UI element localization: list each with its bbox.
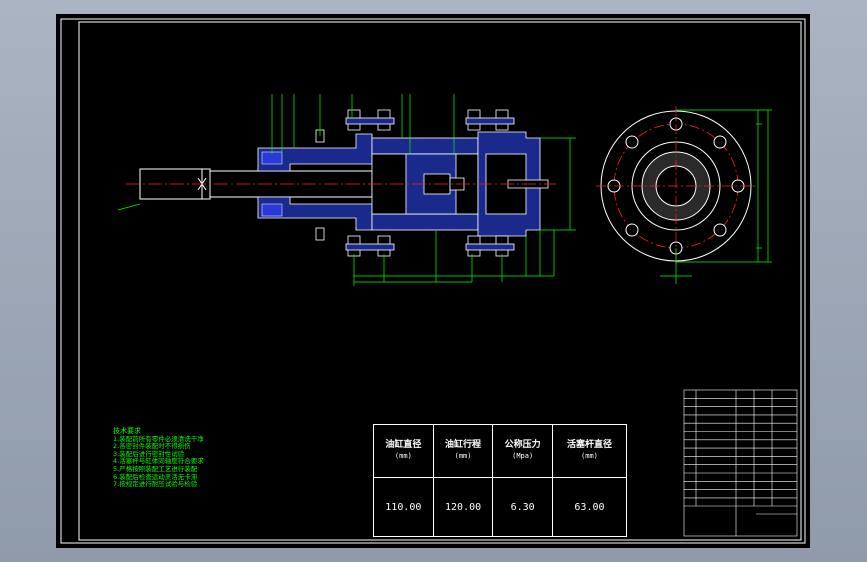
header-nominal-pressure: 公称压力 (Mpa) bbox=[492, 424, 553, 478]
parameter-table-header-row: 油缸直径 (mm) 油缸行程 (mm) 公称压力 (Mpa) 活塞杆直径 (mm) bbox=[373, 424, 628, 478]
cad-viewport[interactable]: 油缸直径 (mm) 油缸行程 (mm) 公称压力 (Mpa) 活塞杆直径 (mm) 11… bbox=[56, 14, 810, 548]
value-rod-diameter: 63.00 bbox=[551, 477, 628, 537]
section-view bbox=[117, 94, 576, 286]
technical-requirements: 技术要求 1.装配前所有零件必须清洗干净 2.各密封件装配时不得损伤 3.装配后… bbox=[113, 427, 303, 489]
parameter-table: 油缸直径 (mm) 油缸行程 (mm) 公称压力 (Mpa) 活塞杆直径 (mm) 11… bbox=[373, 424, 628, 537]
header-bore-diameter: 油缸直径 (mm) bbox=[373, 424, 434, 478]
value-stroke: 120.00 bbox=[432, 477, 494, 537]
header-rod-diameter: 活塞杆直径 (mm) bbox=[551, 424, 628, 478]
barrel-upper-wall bbox=[371, 137, 479, 155]
end-view bbox=[596, 106, 772, 284]
value-bore-diameter: 110.00 bbox=[373, 477, 434, 537]
value-nominal-pressure: 6.30 bbox=[492, 477, 553, 537]
barrel-lower-wall bbox=[371, 213, 479, 231]
header-stroke: 油缸行程 (mm) bbox=[432, 424, 494, 478]
title-block bbox=[683, 389, 798, 537]
tech-note-line: 7.按规定进行耐压试验与检验 bbox=[113, 480, 198, 489]
parameter-table-value-row: 110.00 120.00 6.30 63.00 bbox=[373, 477, 628, 537]
front-seal-lower bbox=[261, 203, 283, 217]
